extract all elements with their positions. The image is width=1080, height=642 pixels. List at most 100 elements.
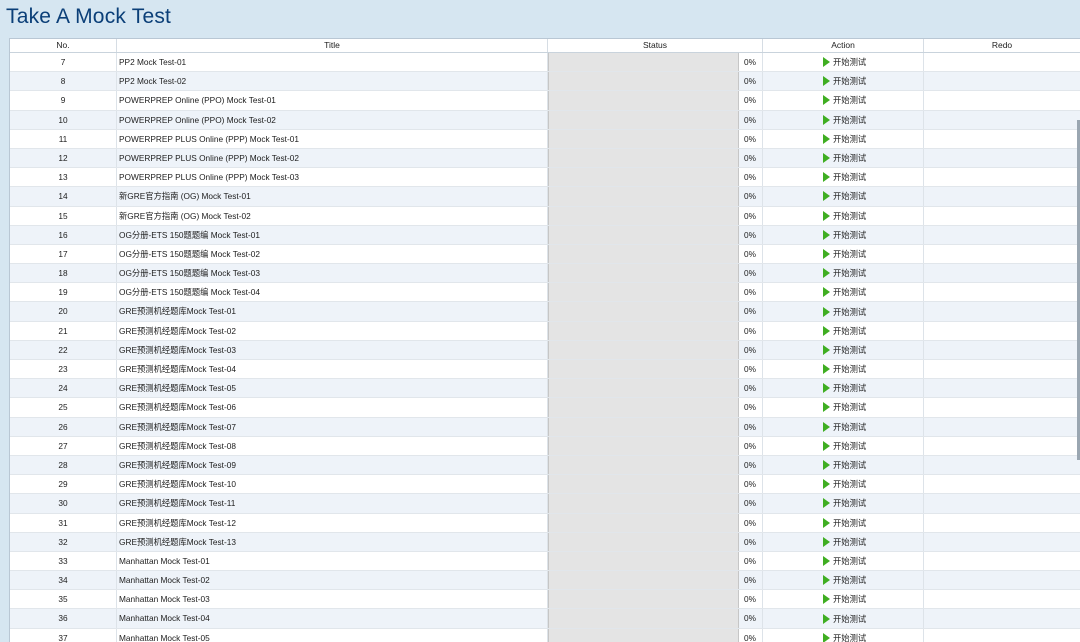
- start-test-button[interactable]: 开始测试: [763, 168, 924, 187]
- row-title: POWERPREP PLUS Online (PPP) Mock Test-01: [117, 129, 548, 148]
- start-test-button[interactable]: 开始测试: [763, 321, 924, 340]
- column-header-redo[interactable]: Redo: [924, 39, 1080, 52]
- table-row: 29 GRE预测机经题库Mock Test-10 0% 开始测试: [10, 475, 1080, 495]
- play-icon: [823, 632, 830, 642]
- progress-percent: 0%: [744, 440, 756, 451]
- start-test-button[interactable]: 开始测试: [763, 436, 924, 455]
- row-status: 0%: [548, 494, 763, 513]
- row-redo: [924, 360, 1080, 378]
- start-test-button[interactable]: 开始测试: [763, 110, 924, 129]
- row-number: 19: [10, 283, 117, 302]
- row-redo: [924, 91, 1080, 109]
- column-header-action[interactable]: Action: [763, 39, 924, 52]
- row-number: 27: [10, 436, 117, 455]
- row-status: 0%: [548, 628, 763, 642]
- progress-bar: [548, 609, 739, 628]
- row-redo: [924, 379, 1080, 397]
- progress-bar: [548, 53, 739, 72]
- start-test-label: 开始测试: [833, 172, 867, 183]
- start-test-button[interactable]: 开始测试: [763, 225, 924, 244]
- start-test-button[interactable]: 开始测试: [763, 340, 924, 359]
- progress-bar: [548, 302, 739, 321]
- progress-percent: 0%: [744, 191, 756, 202]
- progress-bar: [548, 321, 739, 340]
- start-test-button[interactable]: 开始测试: [763, 302, 924, 321]
- start-test-button[interactable]: 开始测试: [763, 72, 924, 91]
- start-test-button[interactable]: 开始测试: [763, 264, 924, 283]
- progress-bar: [548, 168, 739, 187]
- start-test-label: 开始测试: [833, 632, 867, 642]
- column-header-title[interactable]: Title: [117, 39, 548, 52]
- start-test-label: 开始测试: [833, 325, 867, 336]
- progress-bar: [548, 628, 739, 642]
- start-test-button[interactable]: 开始测试: [763, 129, 924, 148]
- row-redo: [924, 590, 1080, 608]
- table-row: 16 OG分册-ETS 150题题编 Mock Test-01 0% 开始测试: [10, 225, 1080, 245]
- row-status: 0%: [548, 283, 763, 302]
- start-test-button[interactable]: 开始测试: [763, 417, 924, 436]
- row-number: 9: [10, 91, 117, 110]
- start-test-button[interactable]: 开始测试: [763, 628, 924, 642]
- start-test-button[interactable]: 开始测试: [763, 244, 924, 264]
- row-number: 25: [10, 398, 117, 417]
- play-icon: [823, 248, 830, 259]
- start-test-button[interactable]: 开始测试: [763, 532, 924, 551]
- progress-bar: [548, 398, 739, 417]
- start-test-button[interactable]: 开始测试: [763, 571, 924, 590]
- start-test-button[interactable]: 开始测试: [763, 475, 924, 494]
- start-test-button[interactable]: 开始测试: [763, 398, 924, 417]
- row-title: Manhattan Mock Test-03: [117, 590, 548, 609]
- play-icon: [823, 575, 830, 586]
- progress-bar: [548, 360, 739, 379]
- row-status: 0%: [548, 129, 763, 148]
- play-icon: [823, 555, 830, 566]
- row-status: 0%: [548, 244, 763, 264]
- progress-bar: [548, 110, 739, 129]
- column-header-status[interactable]: Status: [548, 39, 763, 52]
- start-test-label: 开始测试: [833, 383, 867, 394]
- start-test-button[interactable]: 开始测试: [763, 551, 924, 571]
- table-row: 36 Manhattan Mock Test-04 0% 开始测试: [10, 609, 1080, 629]
- start-test-button[interactable]: 开始测试: [763, 91, 924, 110]
- progress-bar: [548, 513, 739, 532]
- row-title: POWERPREP PLUS Online (PPP) Mock Test-02: [117, 148, 548, 168]
- row-redo: [924, 111, 1080, 129]
- table-row: 26 GRE预测机经题库Mock Test-07 0% 开始测试: [10, 417, 1080, 437]
- play-icon: [823, 344, 830, 355]
- start-test-button[interactable]: 开始测试: [763, 455, 924, 475]
- start-test-button[interactable]: 开始测试: [763, 494, 924, 513]
- play-icon: [823, 440, 830, 451]
- row-title: Manhattan Mock Test-01: [117, 551, 548, 571]
- row-redo: [924, 53, 1080, 71]
- column-header-no[interactable]: No.: [10, 39, 117, 52]
- start-test-button[interactable]: 开始测试: [763, 379, 924, 398]
- progress-bar: [548, 494, 739, 513]
- start-test-button[interactable]: 开始测试: [763, 360, 924, 379]
- table-row: 25 GRE预测机经题库Mock Test-06 0% 开始测试: [10, 398, 1080, 418]
- table-row: 19 OG分册-ETS 150题题编 Mock Test-04 0% 开始测试: [10, 283, 1080, 303]
- table-row: 33 Manhattan Mock Test-01 0% 开始测试: [10, 551, 1080, 572]
- start-test-button[interactable]: 开始测试: [763, 513, 924, 532]
- row-status: 0%: [548, 53, 763, 72]
- progress-percent: 0%: [744, 421, 756, 432]
- start-test-button[interactable]: 开始测试: [763, 206, 924, 225]
- start-test-label: 开始测试: [833, 344, 867, 355]
- start-test-button[interactable]: 开始测试: [763, 187, 924, 206]
- row-status: 0%: [548, 436, 763, 455]
- start-test-button[interactable]: 开始测试: [763, 590, 924, 609]
- page-title: Take A Mock Test: [6, 5, 172, 28]
- table-row: 20 GRE预测机经题库Mock Test-01 0% 开始测试: [10, 302, 1080, 322]
- progress-percent: 0%: [744, 248, 756, 259]
- start-test-button[interactable]: 开始测试: [763, 609, 924, 628]
- start-test-button[interactable]: 开始测试: [763, 53, 924, 72]
- title-bar: Take A Mock Test: [0, 0, 1080, 37]
- table-row: 35 Manhattan Mock Test-03 0% 开始测试: [10, 590, 1080, 610]
- progress-percent: 0%: [744, 172, 756, 183]
- row-redo: [924, 302, 1080, 320]
- row-title: GRE预测机经题库Mock Test-07: [117, 417, 548, 436]
- row-status: 0%: [548, 590, 763, 609]
- start-test-button[interactable]: 开始测试: [763, 148, 924, 168]
- start-test-label: 开始测试: [833, 364, 867, 375]
- start-test-button[interactable]: 开始测试: [763, 283, 924, 302]
- row-redo: [924, 398, 1080, 416]
